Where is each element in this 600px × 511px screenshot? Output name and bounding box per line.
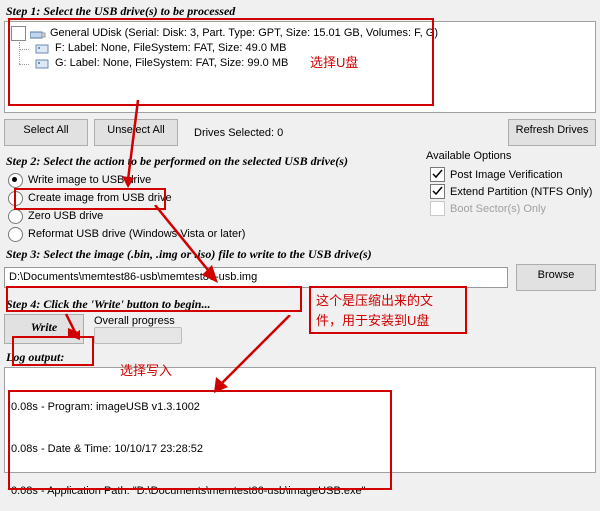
- option-extend-partition[interactable]: Extend Partition (NTFS Only): [430, 183, 596, 200]
- radio-icon: [8, 191, 23, 206]
- radio-label: Zero USB drive: [28, 210, 103, 222]
- tree-child-row[interactable]: G: Label: None, FileSystem: FAT, Size: 9…: [11, 56, 589, 71]
- step2-title: Step 2: Select the action to be performe…: [6, 154, 426, 169]
- checkbox-icon: [430, 201, 445, 216]
- root-checkbox[interactable]: [11, 26, 26, 41]
- radio-write-image[interactable]: Write image to USB drive: [8, 171, 426, 189]
- tree-root-label: General UDisk (Serial: Disk: 3, Part. Ty…: [50, 26, 438, 41]
- volume-icon: [35, 58, 51, 70]
- option-label: Post Image Verification: [450, 169, 563, 181]
- available-options-header: Available Options: [426, 150, 596, 162]
- radio-label: Reformat USB drive (Windows Vista or lat…: [28, 228, 245, 240]
- tree-root-row[interactable]: General UDisk (Serial: Disk: 3, Part. Ty…: [11, 26, 589, 41]
- unselect-all-button[interactable]: Unselect All: [94, 119, 178, 146]
- option-boot-sectors-only: Boot Sector(s) Only: [430, 200, 596, 217]
- radio-icon: [8, 227, 23, 242]
- usb-drive-icon: [30, 28, 46, 40]
- option-label: Extend Partition (NTFS Only): [450, 186, 592, 198]
- radio-icon: [8, 173, 23, 188]
- radio-create-image[interactable]: Create image from USB drive: [8, 189, 426, 207]
- radio-reformat-drive[interactable]: Reformat USB drive (Windows Vista or lat…: [8, 225, 426, 243]
- radio-label: Create image from USB drive: [28, 192, 172, 204]
- radio-label: Write image to USB drive: [28, 174, 151, 186]
- log-output[interactable]: 0.08s - Program: imageUSB v1.3.1002 0.08…: [4, 367, 596, 473]
- log-line: 0.08s - Program: imageUSB v1.3.1002: [11, 400, 589, 414]
- radio-zero-drive[interactable]: Zero USB drive: [8, 207, 426, 225]
- log-title: Log output:: [6, 350, 596, 365]
- overall-progress-bar: [94, 327, 182, 344]
- tree-child-f-label: F: Label: None, FileSystem: FAT, Size: 4…: [55, 41, 287, 56]
- step3-title: Step 3: Select the image (.bin, .img or …: [6, 247, 596, 262]
- log-line: 0.08s - Application Path: "D:\Documents\…: [11, 484, 589, 498]
- volume-icon: [35, 43, 51, 55]
- option-post-image-verification[interactable]: Post Image Verification: [430, 166, 596, 183]
- refresh-drives-button[interactable]: Refresh Drives: [508, 119, 596, 146]
- tree-child-row[interactable]: F: Label: None, FileSystem: FAT, Size: 4…: [11, 41, 589, 56]
- checkbox-icon: [430, 167, 445, 182]
- log-line: 0.08s - Date & Time: 10/10/17 23:28:52: [11, 442, 589, 456]
- radio-icon: [8, 209, 23, 224]
- browse-button[interactable]: Browse: [516, 264, 596, 291]
- step1-title: Step 1: Select the USB drive(s) to be pr…: [6, 4, 596, 19]
- checkbox-icon: [430, 184, 445, 199]
- option-label: Boot Sector(s) Only: [450, 203, 546, 215]
- drives-selected-label: Drives Selected: 0: [194, 127, 283, 139]
- image-path-input[interactable]: D:\Documents\memtest86-usb\memtest86-usb…: [4, 267, 508, 288]
- overall-progress-label: Overall progress: [94, 315, 182, 327]
- tree-child-g-label: G: Label: None, FileSystem: FAT, Size: 9…: [55, 56, 288, 71]
- write-button[interactable]: Write: [4, 314, 84, 344]
- select-all-button[interactable]: Select All: [4, 119, 88, 146]
- step4-title: Step 4: Click the 'Write' button to begi…: [6, 297, 596, 312]
- usb-tree[interactable]: General UDisk (Serial: Disk: 3, Part. Ty…: [4, 21, 596, 113]
